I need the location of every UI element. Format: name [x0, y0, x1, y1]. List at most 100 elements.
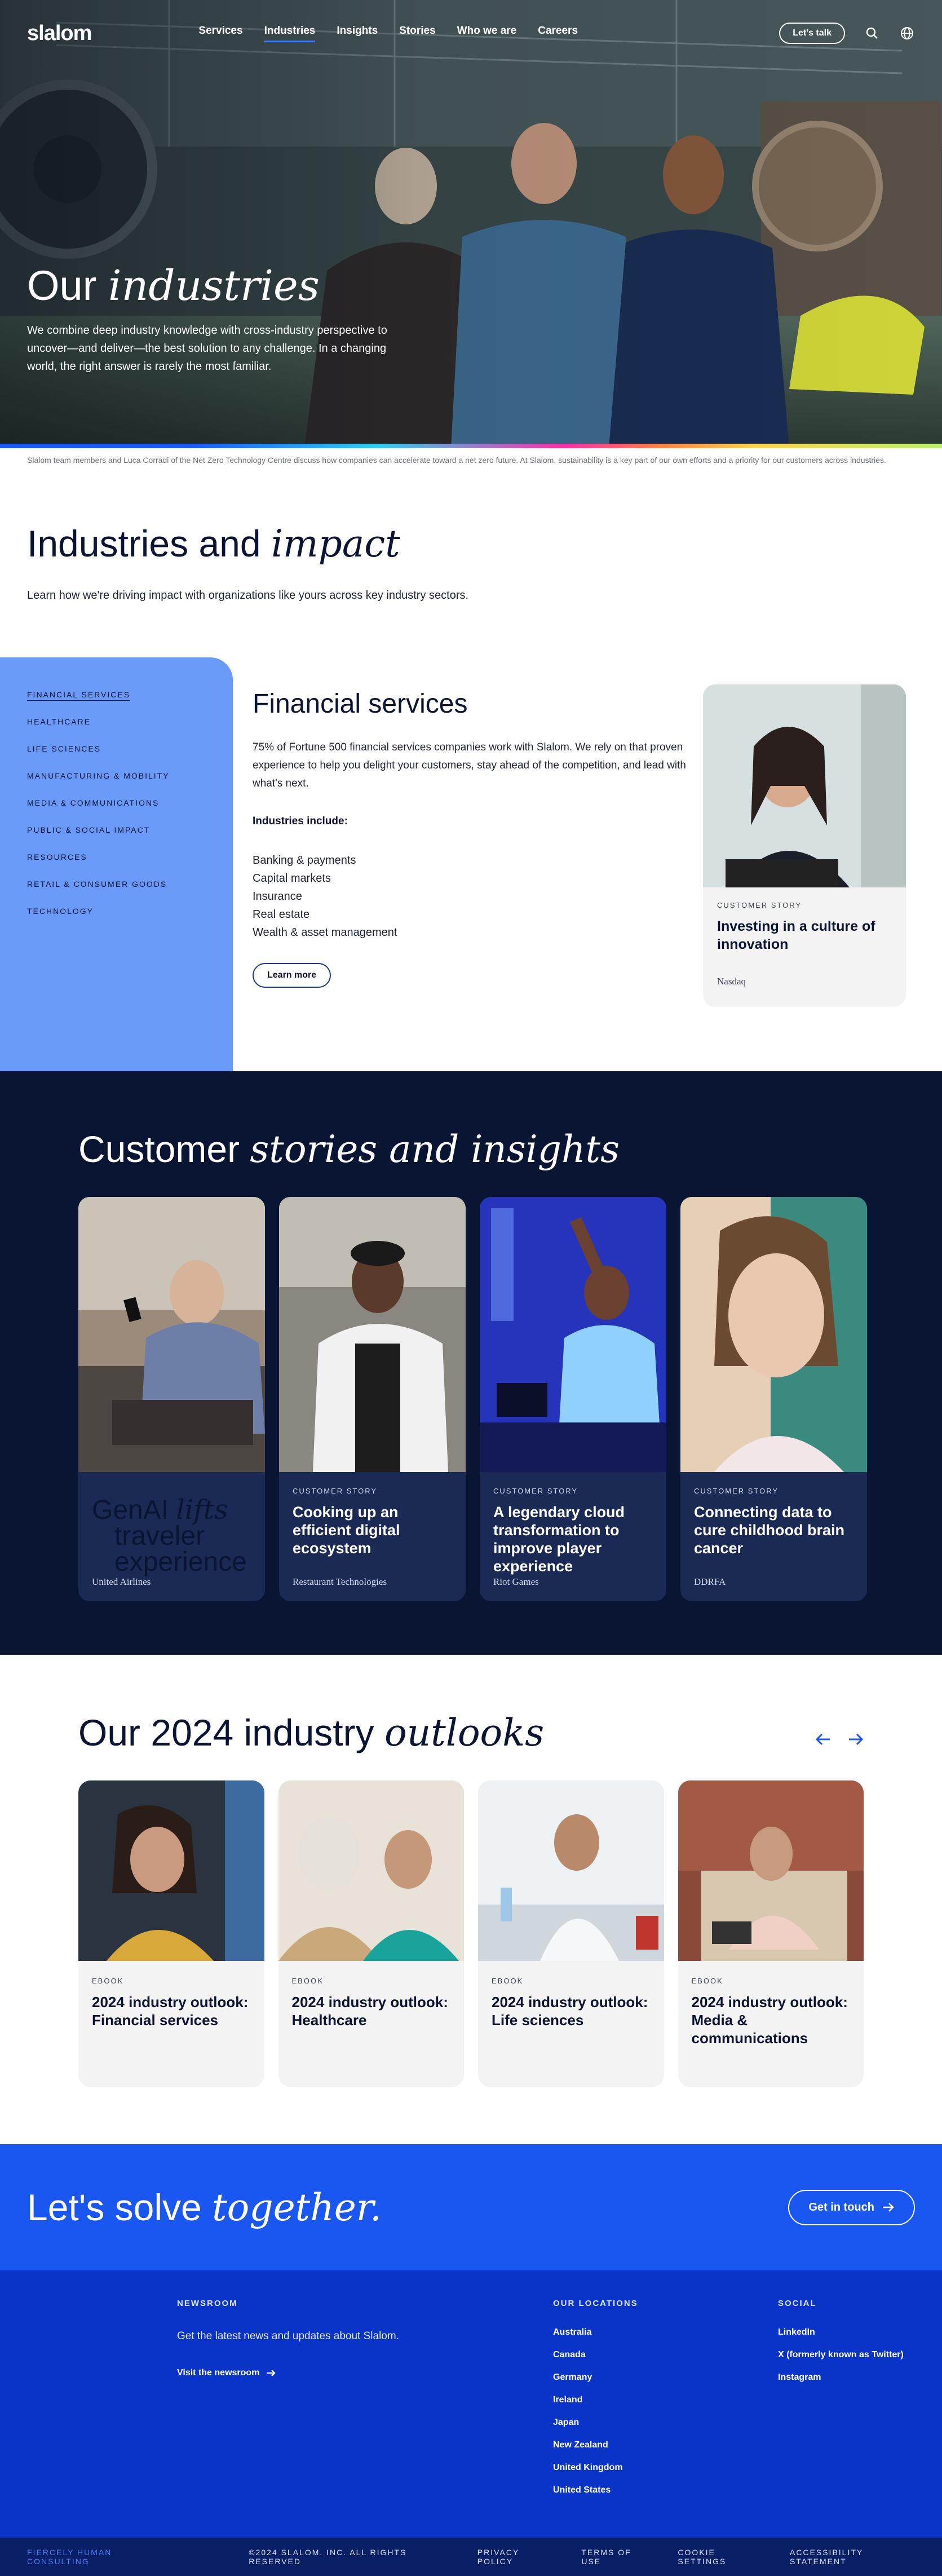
overlay-word: experience: [114, 1547, 247, 1577]
story-card-source: Nasdaq: [717, 976, 746, 987]
accessibility-link[interactable]: ACCESSIBILITY STATEMENT: [790, 2548, 915, 2566]
outlook-card-financial[interactable]: Ebook 2024 industry outlook: Financial s…: [78, 1780, 264, 2087]
outlook-body: Ebook 2024 industry outlook: Life scienc…: [478, 1961, 664, 2045]
outlook-card-life-sciences[interactable]: Ebook 2024 industry outlook: Life scienc…: [478, 1780, 664, 2087]
location-link[interactable]: United Kingdom: [553, 2463, 638, 2473]
arrow-left-icon[interactable]: [815, 1733, 831, 1749]
nav-link-services[interactable]: Services: [198, 25, 242, 42]
featured-story-card[interactable]: Customer story Investing in a culture of…: [703, 684, 906, 1007]
footer-newsroom: NEWSROOM Get the latest news and updates…: [177, 2299, 414, 2378]
story-card-united[interactable]: GenAI lifts traveler experience United A…: [78, 1197, 265, 1601]
impact-subtitle: Learn how we're driving impact with orga…: [27, 589, 469, 602]
nav-link-careers[interactable]: Careers: [538, 25, 578, 42]
story-card-title: Investing in a culture of innovation: [717, 918, 875, 952]
industry-tab-life-sciences[interactable]: Life sciences: [27, 744, 233, 753]
story-card-riot[interactable]: Customer story A legendary cloud transfo…: [480, 1197, 666, 1601]
industry-tab-financial-services[interactable]: Financial services: [27, 690, 233, 699]
story-source: Restaurant Technologies: [293, 1576, 387, 1587]
hero-caption: Slalom team members and Luca Corradi of …: [27, 456, 886, 465]
social-link-linkedin[interactable]: LinkedIn: [778, 2327, 904, 2338]
industry-menu: Financial services Healthcare Life scien…: [0, 657, 233, 1071]
outlook-card-healthcare[interactable]: Ebook 2024 industry outlook: Healthcare: [278, 1780, 464, 2087]
industry-tab-media[interactable]: Media & communications: [27, 798, 233, 807]
outlooks-section: Our 2024 industry outlooks Ebook 2024 in…: [0, 1655, 942, 2144]
story-title: Connecting data to cure childhood brain …: [694, 1504, 845, 1557]
copyright-text: ©2024 SLALOM, INC. ALL RIGHTS RESERVED: [249, 2548, 407, 2566]
social-link-instagram[interactable]: Instagram: [778, 2372, 904, 2383]
arrow-right-icon[interactable]: [848, 1733, 864, 1749]
story-title: Cooking up an efficient digital ecosyste…: [293, 1504, 400, 1557]
outlook-image: [478, 1780, 664, 1961]
stories-grid: GenAI lifts traveler experience United A…: [78, 1197, 942, 1601]
outlook-card-media[interactable]: Ebook 2024 industry outlook: Media & com…: [678, 1780, 864, 2087]
industry-tab-healthcare[interactable]: Healthcare: [27, 717, 233, 726]
story-image: [680, 1197, 867, 1472]
cookie-settings-link[interactable]: COOKIE SETTINGS: [678, 2548, 762, 2566]
story-source: Riot Games: [493, 1576, 539, 1587]
get-in-touch-button[interactable]: Get in touch: [788, 2189, 915, 2225]
slalom-logo[interactable]: slalom: [27, 21, 92, 46]
outlooks-heading-light: Our 2024 industry: [78, 1712, 384, 1753]
search-icon[interactable]: [864, 25, 880, 41]
outlook-title: 2024 industry outlook: Life sciences: [492, 1994, 648, 2029]
list-item: Insurance: [253, 890, 302, 903]
footer-social: SOCIAL LinkedIn X (formerly known as Twi…: [778, 2299, 904, 2395]
story-kicker: Customer story: [293, 1487, 378, 1495]
industry-tab-manufacturing[interactable]: Manufacturing & mobility: [27, 771, 233, 780]
nav-link-stories[interactable]: Stories: [399, 25, 435, 42]
industry-tab-retail[interactable]: Retail & consumer goods: [27, 880, 233, 889]
outlook-title: 2024 industry outlook: Healthcare: [291, 1994, 448, 2029]
footer-bottom-bar: FIERCELY HUMAN CONSULTING ©2024 SLALOM, …: [0, 2538, 942, 2576]
visit-newsroom-link[interactable]: Visit the newsroom: [177, 2368, 276, 2378]
nav-link-industries[interactable]: Industries: [264, 25, 316, 42]
privacy-policy-link[interactable]: PRIVACY POLICY: [477, 2548, 554, 2566]
industries-include-list: Banking & payments Capital markets Insur…: [253, 851, 678, 942]
social-link-x[interactable]: X (formerly known as Twitter): [778, 2350, 904, 2360]
story-image: [279, 1197, 466, 1472]
story-card-restaurant[interactable]: Customer story Cooking up an efficient d…: [279, 1197, 466, 1601]
location-link[interactable]: Canada: [553, 2350, 638, 2360]
story-card-image: [703, 684, 906, 887]
story-source: United Airlines: [92, 1576, 151, 1587]
globe-icon[interactable]: [899, 25, 915, 41]
industry-panel: Financial services Healthcare Life scien…: [0, 657, 942, 1071]
learn-more-button[interactable]: Learn more: [253, 963, 331, 988]
location-link[interactable]: New Zealand: [553, 2440, 638, 2450]
social-heading: SOCIAL: [778, 2299, 817, 2308]
nav-link-who-we-are[interactable]: Who we are: [457, 25, 517, 42]
stories-heading: Customer stories and insights: [78, 1128, 942, 1171]
impact-heading: Industries and impact: [27, 522, 915, 565]
footer-locations: OUR LOCATIONS Australia Canada Germany I…: [553, 2299, 638, 2508]
location-link[interactable]: Japan: [553, 2418, 638, 2428]
footer-tagline: FIERCELY HUMAN CONSULTING: [27, 2548, 112, 2566]
industry-tab-technology[interactable]: Technology: [27, 907, 233, 916]
story-kicker: Customer story: [493, 1487, 578, 1495]
nav-link-insights[interactable]: Insights: [337, 25, 378, 42]
list-item: Banking & payments: [253, 854, 356, 867]
impact-heading-italic: impact: [271, 522, 400, 565]
location-link[interactable]: Germany: [553, 2372, 638, 2383]
footer-legal-links: ©2024 SLALOM, INC. ALL RIGHTS RESERVED P…: [249, 2548, 915, 2566]
story-card-body: Customer story Investing in a culture of…: [703, 887, 906, 1001]
cta-banner: Let's solve together. Get in touch: [0, 2144, 942, 2270]
cta-heading: Let's solve together.: [27, 2186, 382, 2229]
outlook-body: Ebook 2024 industry outlook: Financial s…: [78, 1961, 264, 2045]
stories-section: Customer stories and insights GenAI lift…: [0, 1071, 942, 1655]
hero-text: Our industries We combine deep industry …: [27, 265, 388, 375]
industry-title: Financial services: [253, 689, 468, 719]
location-link[interactable]: Ireland: [553, 2395, 638, 2405]
outlook-kicker: Ebook: [691, 1977, 723, 1985]
lets-talk-button[interactable]: Let's talk: [779, 23, 845, 44]
industry-tab-public-social[interactable]: Public & social impact: [27, 825, 233, 834]
arrow-right-icon: [883, 2203, 894, 2212]
industries-include-label: Industries include:: [253, 815, 348, 827]
industry-tab-resources[interactable]: Resources: [27, 852, 233, 861]
footer: NEWSROOM Get the latest news and updates…: [0, 2270, 942, 2538]
story-card-ddrfa[interactable]: Customer story Connecting data to cure c…: [680, 1197, 867, 1601]
terms-of-use-link[interactable]: TERMS OF USE: [581, 2548, 649, 2566]
location-link[interactable]: United States: [553, 2485, 638, 2495]
outlook-title: 2024 industry outlook: Financial service…: [92, 1994, 249, 2029]
location-link[interactable]: Australia: [553, 2327, 638, 2338]
outlook-body: Ebook 2024 industry outlook: Media & com…: [678, 1961, 864, 2063]
story-source: DDRFA: [694, 1576, 726, 1587]
